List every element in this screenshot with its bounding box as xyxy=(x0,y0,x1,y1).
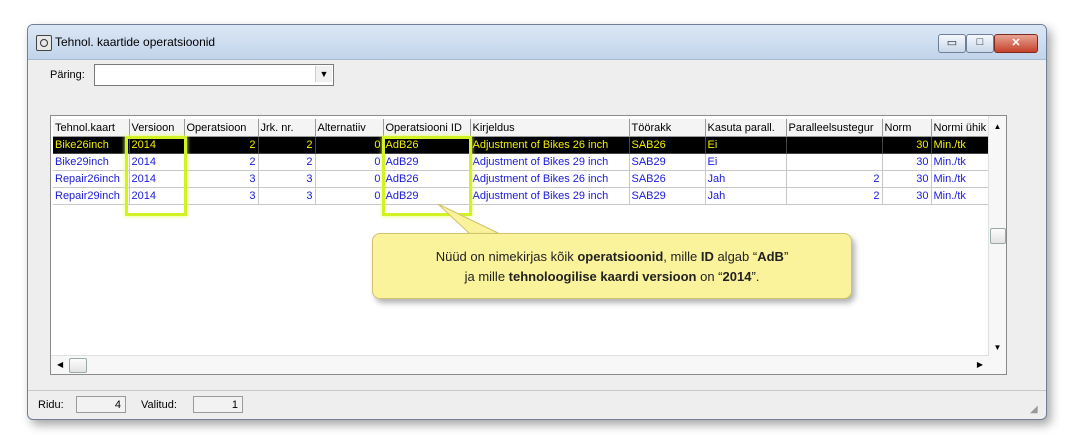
table-cell[interactable]: 3 xyxy=(184,187,259,205)
info-callout: Nüüd on nimekirjas kõik operatsioonid, m… xyxy=(372,233,852,299)
maximize-icon: □ xyxy=(976,36,984,48)
table-cell[interactable]: 0 xyxy=(315,170,384,188)
table-row[interactable]: Repair29inch 2014 3 3 0 AdB29 Adjustment of Bi… xyxy=(53,187,992,205)
column-header[interactable]: Norm xyxy=(882,119,932,137)
table-cell[interactable]: 2 xyxy=(786,187,883,205)
table-cell[interactable]: Adjustment of Bikes 29 inch xyxy=(470,153,630,171)
resize-grip-icon[interactable]: ◢ xyxy=(1030,404,1042,416)
table-cell[interactable]: Ei xyxy=(705,136,787,154)
table-cell[interactable]: Min./tk xyxy=(931,153,992,171)
table-cell[interactable]: 2 xyxy=(184,153,259,171)
table-cell[interactable]: 2 xyxy=(258,136,316,154)
close-icon: ✕ xyxy=(1011,37,1021,49)
table-cell[interactable]: Bike26inch xyxy=(53,136,130,154)
vertical-scrollbar[interactable]: ▲ ▼ xyxy=(988,116,1006,374)
table-cell[interactable]: 0 xyxy=(315,136,384,154)
table-cell[interactable]: Repair29inch xyxy=(53,187,130,205)
table-cell[interactable]: SAB29 xyxy=(629,187,706,205)
rows-count: 4 xyxy=(76,396,126,413)
table-header-row: Tehnol.kaart Versioon Operatsioon Jrk. nr. A… xyxy=(53,119,992,137)
table-cell[interactable]: 2014 xyxy=(129,136,185,154)
table-cell[interactable]: 2014 xyxy=(129,153,185,171)
column-header[interactable]: Versioon xyxy=(129,119,185,137)
query-label: Päring: xyxy=(50,69,85,81)
table-cell[interactable]: SAB29 xyxy=(629,153,706,171)
scroll-left-icon[interactable]: ◀ xyxy=(57,360,63,369)
table-cell[interactable]: Min./tk xyxy=(931,136,992,154)
selected-count: 1 xyxy=(193,396,243,413)
table-cell[interactable]: Ei xyxy=(705,153,787,171)
table-cell[interactable]: 3 xyxy=(258,187,316,205)
column-header[interactable]: Alternatiiv xyxy=(315,119,384,137)
minimize-button[interactable]: ▭ xyxy=(938,34,966,53)
table-cell[interactable]: 2014 xyxy=(129,170,185,188)
table-row[interactable]: Bike29inch 2014 2 2 0 AdB29 Adjustment of Bike… xyxy=(53,153,992,171)
table-cell[interactable]: 30 xyxy=(882,187,932,205)
column-header[interactable]: Jrk. nr. xyxy=(258,119,316,137)
operations-table: Tehnol.kaart Versioon Operatsioon Jrk. nr. A… xyxy=(53,119,992,205)
table-cell[interactable]: 2014 xyxy=(129,187,185,205)
column-header[interactable]: Normi ühik xyxy=(931,119,992,137)
table-cell[interactable]: 30 xyxy=(882,153,932,171)
table-cell[interactable] xyxy=(786,153,883,171)
table-cell[interactable]: SAB26 xyxy=(629,170,706,188)
table-row[interactable]: Bike26inch 2014 2 2 0 AdB26 Adjustment of Bike… xyxy=(53,136,992,154)
column-header[interactable]: Kasuta parall. xyxy=(705,119,787,137)
table-cell[interactable]: Adjustment of Bikes 26 inch xyxy=(470,136,630,154)
scroll-up-icon[interactable]: ▲ xyxy=(989,122,1006,131)
app-window: Tehnol. kaartide operatsioonid ▭ □ ✕ Pär… xyxy=(27,24,1047,420)
column-header[interactable]: Paralleelsustegur xyxy=(786,119,883,137)
scroll-right-icon[interactable]: ▶ xyxy=(977,360,983,369)
window-title: Tehnol. kaartide operatsioonid xyxy=(55,35,216,49)
table-cell[interactable]: SAB26 xyxy=(629,136,706,154)
callout-line-2: ja mille tehnoloogilise kaardi versioon … xyxy=(464,269,760,284)
query-select[interactable]: ▼ xyxy=(94,64,334,86)
column-header[interactable]: Operatsioon xyxy=(184,119,259,137)
status-bar: Ridu: 4 Valitud: 1 ◢ xyxy=(28,390,1046,419)
table-cell[interactable]: AdB29 xyxy=(383,153,471,171)
table-cell[interactable]: Jah xyxy=(705,170,787,188)
table-cell[interactable]: Repair26inch xyxy=(53,170,130,188)
column-header[interactable]: Tehnol.kaart xyxy=(53,119,130,137)
column-header[interactable]: Kirjeldus xyxy=(470,119,630,137)
table-row[interactable]: Repair26inch 2014 3 3 0 AdB26 Adjustment of Bi… xyxy=(53,170,992,188)
maximize-button[interactable]: □ xyxy=(966,34,994,53)
table-cell[interactable]: 2 xyxy=(258,153,316,171)
callout-line-1: Nüüd on nimekirjas kõik operatsioonid, m… xyxy=(435,249,789,264)
app-icon xyxy=(36,35,52,51)
title-bar[interactable]: Tehnol. kaartide operatsioonid ▭ □ ✕ xyxy=(28,25,1046,60)
table-cell[interactable]: 2 xyxy=(184,136,259,154)
rows-label: Ridu: xyxy=(38,399,64,411)
table-cell[interactable]: 2 xyxy=(786,170,883,188)
table-cell[interactable]: 3 xyxy=(258,170,316,188)
selected-label: Valitud: xyxy=(141,399,177,411)
close-button[interactable]: ✕ xyxy=(994,34,1038,53)
table-cell[interactable]: 0 xyxy=(315,187,384,205)
table-cell[interactable]: Jah xyxy=(705,187,787,205)
table-cell[interactable]: 3 xyxy=(184,170,259,188)
table-cell[interactable]: 0 xyxy=(315,153,384,171)
horizontal-scroll-thumb[interactable] xyxy=(69,358,87,373)
table-cell[interactable]: AdB26 xyxy=(383,136,471,154)
minimize-icon: ▭ xyxy=(946,37,958,49)
table-cell[interactable]: Adjustment of Bikes 26 inch xyxy=(470,170,630,188)
table-cell[interactable] xyxy=(786,136,883,154)
chevron-down-icon[interactable]: ▼ xyxy=(315,66,332,82)
vertical-scroll-thumb[interactable] xyxy=(990,228,1006,244)
table-cell[interactable]: Min./tk xyxy=(931,187,992,205)
column-header[interactable]: Operatsiooni ID xyxy=(383,119,471,137)
column-header[interactable]: Töörakk xyxy=(629,119,706,137)
table-cell[interactable]: AdB26 xyxy=(383,170,471,188)
table-cell[interactable]: Bike29inch xyxy=(53,153,130,171)
table-cell[interactable]: 30 xyxy=(882,136,932,154)
scroll-down-icon[interactable]: ▼ xyxy=(989,343,1006,352)
table-cell[interactable]: Min./tk xyxy=(931,170,992,188)
horizontal-scrollbar[interactable]: ◀ ▶ xyxy=(51,355,989,374)
table-cell[interactable]: 30 xyxy=(882,170,932,188)
